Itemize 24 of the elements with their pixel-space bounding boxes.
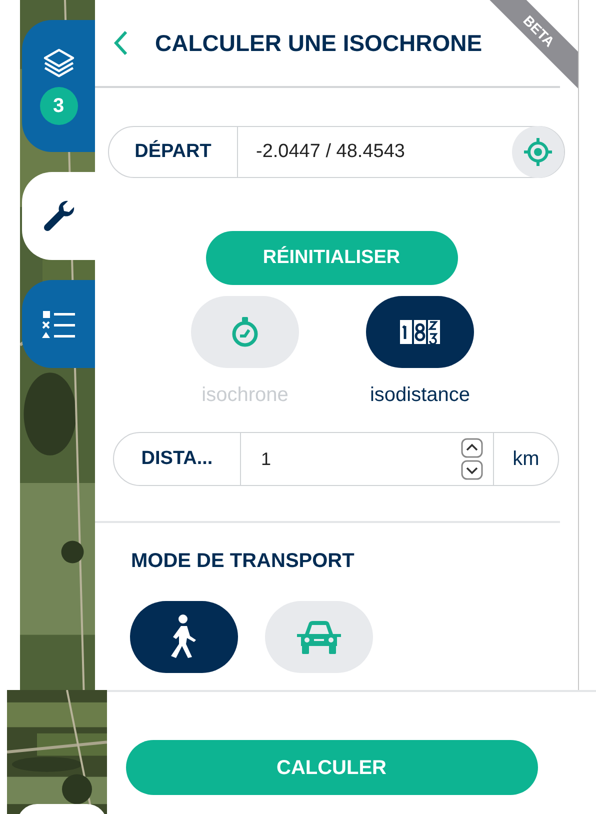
list-icon bbox=[40, 308, 76, 340]
locate-button[interactable] bbox=[512, 126, 564, 178]
spinner-arrows-icon bbox=[461, 438, 483, 480]
mode-label: isodistance bbox=[370, 383, 470, 408]
car-icon bbox=[295, 618, 343, 656]
coordinates-field[interactable]: -2.0447 / 48.4543 bbox=[237, 127, 512, 177]
odometer-icon bbox=[399, 319, 441, 345]
section-title: MODE DE TRANSPORT bbox=[131, 549, 354, 574]
crosshair-icon bbox=[523, 137, 553, 167]
field-label: DÉPART bbox=[134, 139, 212, 164]
chevron-left-icon bbox=[113, 30, 129, 56]
distance-field[interactable]: 1 bbox=[240, 433, 494, 485]
reset-button[interactable]: RÉINITIALISER bbox=[206, 231, 458, 285]
walking-person-icon bbox=[169, 614, 199, 660]
layers-icon bbox=[42, 47, 76, 79]
side-tab[interactable] bbox=[22, 172, 95, 260]
side-tab[interactable]: 3 bbox=[22, 20, 95, 152]
side-tab[interactable] bbox=[22, 280, 95, 368]
field-label: DISTA... bbox=[140, 446, 214, 471]
stopwatch-icon bbox=[231, 316, 259, 348]
panel-title: CALCULER UNE ISOCHRONE bbox=[155, 28, 482, 58]
calculate-button[interactable]: CALCULER bbox=[126, 740, 538, 795]
unit-label: km bbox=[512, 447, 540, 472]
count-badge: 3 bbox=[40, 87, 78, 125]
